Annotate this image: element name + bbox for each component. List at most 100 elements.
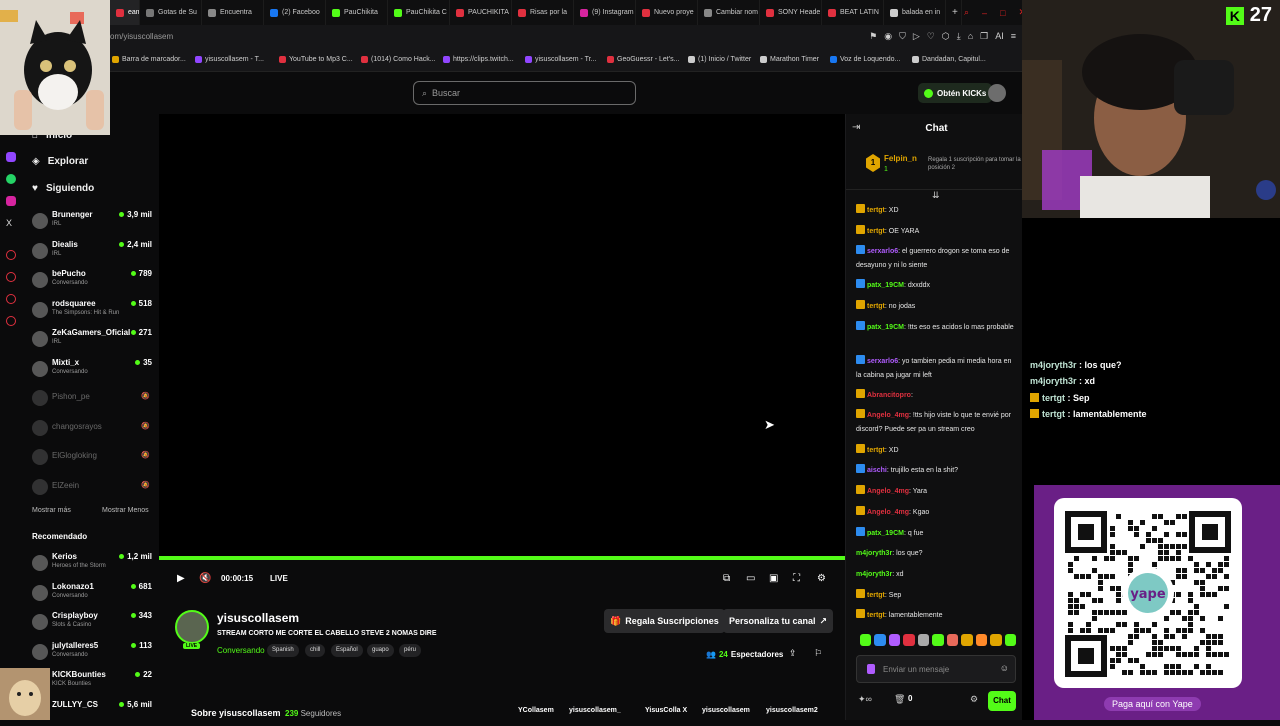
social-link-youtube[interactable]: yisuscollasem <box>702 707 750 714</box>
chat-username[interactable]: Abrancitopro <box>867 392 911 399</box>
chat-username[interactable]: serxarlo6 <box>867 358 898 365</box>
streamer-avatar[interactable] <box>175 610 209 644</box>
browser-tab[interactable]: (2) Faceboo <box>264 0 326 25</box>
bookmark-item[interactable]: YouTube to Mp3 C... <box>279 56 353 63</box>
play-button[interactable]: ▶ <box>177 573 185 584</box>
chat-username[interactable]: Angelo_4mg <box>867 412 909 419</box>
chat-username[interactable]: m4joryth3r <box>856 550 892 557</box>
report-icon[interactable]: ⚐ <box>814 648 822 659</box>
chat-username[interactable]: serxarlo6 <box>867 248 898 255</box>
url-field[interactable]: om/yisuscollasem <box>110 32 173 41</box>
browser-tab[interactable]: PauChikita C <box>388 0 450 25</box>
bookmark-item[interactable]: yisuscollasem - Tr... <box>525 56 596 63</box>
browser-tab[interactable]: BEAT LATIN <box>822 0 884 25</box>
social-link-x-2[interactable]: YisusColla X <box>645 707 687 714</box>
emote-icon[interactable] <box>888 634 901 646</box>
live-indicator[interactable]: LIVE <box>270 574 288 583</box>
clock-icon[interactable] <box>6 272 16 282</box>
browser-tab[interactable]: (9) Instagram <box>574 0 636 25</box>
bookmark-item[interactable]: Marathon Timer <box>760 56 819 63</box>
instagram-icon[interactable] <box>6 196 16 206</box>
followed-channel[interactable]: Brunenger IRL 3,9 mil <box>30 210 152 236</box>
browser-tab[interactable]: Gotas de Su <box>140 0 202 25</box>
social-link-x[interactable]: YCollasem <box>518 707 554 714</box>
recommended-channel[interactable]: Lokonazo1 Conversando 681 <box>30 582 152 608</box>
emote-icon[interactable] <box>990 634 1002 646</box>
points-icon[interactable]: ✦∞ <box>858 694 872 705</box>
expand-leaderboard-icon[interactable]: ⇊ <box>932 190 940 201</box>
emote-icon[interactable] <box>1004 634 1016 646</box>
emoji-icon[interactable]: ☺ <box>1000 663 1009 673</box>
chat-username[interactable]: Angelo_4mg <box>867 488 909 495</box>
new-tab-icon[interactable]: + <box>946 0 962 25</box>
browser-tab[interactable]: PAUCHIKITA <box>450 0 512 25</box>
clip-button[interactable]: ⧉ <box>723 573 730 584</box>
show-less-link[interactable]: Mostrar Menos <box>102 507 149 514</box>
emote-icon[interactable] <box>860 634 872 646</box>
chat-username[interactable]: tertgt <box>867 612 885 619</box>
theater-button[interactable]: ▭ <box>746 573 755 584</box>
chat-settings-icon[interactable]: ⚙ <box>970 694 978 705</box>
chat-username[interactable]: aischi <box>867 467 887 474</box>
chat-username[interactable]: m4joryth3r <box>856 571 892 578</box>
chat-username[interactable]: tertgt <box>867 592 885 599</box>
recommended-channel[interactable]: Kerios Heroes of the Storm 1,2 mil <box>30 552 152 578</box>
get-kicks-button[interactable]: Obtén KICKs <box>918 83 993 103</box>
top-gifter-name[interactable]: Felpin_n <box>884 154 917 163</box>
recommended-channel[interactable]: julytalleres5 Conversando 113 <box>30 641 152 667</box>
bookmark-item[interactable]: (1014) Como Hack... <box>361 56 436 63</box>
share-icon[interactable]: ⇪ <box>789 648 797 659</box>
browser-tab[interactable]: eam <box>110 0 140 25</box>
chat-username[interactable]: patx_19CM <box>867 282 904 289</box>
emote-icon[interactable] <box>874 634 886 646</box>
browser-tab[interactable]: Cambiar nom <box>698 0 760 25</box>
emote-icon[interactable] <box>946 634 959 646</box>
twitch-icon[interactable] <box>6 152 16 162</box>
fullscreen-button[interactable]: ⛶ <box>793 573 800 584</box>
minimize-icon[interactable]: – <box>982 8 987 18</box>
browser-tab[interactable]: balada en in <box>884 0 946 25</box>
followed-channel[interactable]: bePucho Conversando 789 <box>30 269 152 295</box>
followed-channel[interactable]: ElGlogloking 🔕 <box>30 446 152 472</box>
settings-icon[interactable] <box>6 316 16 326</box>
bookmark-item[interactable]: Voz de Loquendo... <box>830 56 900 63</box>
x-icon[interactable]: X <box>6 218 16 228</box>
gift-sub-prompt[interactable]: Regala 1 suscripción para tomar la posic… <box>928 156 1023 172</box>
chat-username[interactable]: tertgt <box>867 447 885 454</box>
emote-icon[interactable] <box>975 634 988 646</box>
chat-username[interactable]: patx_19CM <box>867 530 904 537</box>
chat-input[interactable]: Enviar un mensaje ☺ <box>856 655 1016 683</box>
heart-icon[interactable]: ♡ <box>927 31 935 42</box>
stream-category[interactable]: Conversando <box>217 646 265 655</box>
mini-player-button[interactable]: ▣ <box>769 573 778 584</box>
bookmark-item[interactable]: (1) Inicio / Twitter <box>688 56 751 63</box>
search-box[interactable]: ⌕ Buscar <box>413 81 636 105</box>
tag-chip[interactable]: péru <box>399 644 422 657</box>
tag-chip[interactable]: Spanish <box>267 644 299 657</box>
search-tabs-icon[interactable]: ⌕ <box>964 7 969 18</box>
emote-icon[interactable] <box>903 634 915 646</box>
send-chat-button[interactable]: Chat <box>988 691 1016 711</box>
followed-channel[interactable]: Diealis IRL 2,4 mil <box>30 240 152 266</box>
followed-channel[interactable]: changosrayos 🔕 <box>30 417 152 443</box>
tag-chip[interactable]: chill <box>305 644 326 657</box>
chat-username[interactable]: tertgt <box>867 303 885 310</box>
eye-icon[interactable]: ◉ <box>884 31 892 42</box>
play-icon[interactable]: ▷ <box>913 31 920 42</box>
bookmark-item[interactable]: https://clips.twitch... <box>443 56 514 63</box>
followed-channel[interactable]: Mixti_x Conversando 35 <box>30 358 152 384</box>
menu-icon[interactable]: ≡ <box>1011 31 1016 42</box>
social-link-instagram[interactable]: yisuscollasem_ <box>569 707 621 714</box>
nav-following[interactable]: ♥ Siguiendo <box>32 183 94 194</box>
emote-icon[interactable] <box>932 634 944 646</box>
gift-subs-button[interactable]: 🎁 Regala Suscripciones <box>604 609 725 633</box>
bookmark-item[interactable]: GeoGuessr - Let's... <box>607 56 679 63</box>
customize-channel-button[interactable]: Personaliza tu canal ↗ <box>723 609 834 633</box>
chat-username[interactable]: Angelo_4mg <box>867 509 909 516</box>
browser-tab[interactable]: SONY Heade <box>760 0 822 25</box>
chat-username[interactable]: tertgt <box>867 207 885 214</box>
mute-button[interactable]: 🔇 <box>199 573 211 584</box>
followed-channel[interactable]: ElZeein 🔕 <box>30 476 152 502</box>
video-player[interactable]: ➤ <box>159 114 845 560</box>
user-avatar[interactable] <box>988 84 1006 102</box>
